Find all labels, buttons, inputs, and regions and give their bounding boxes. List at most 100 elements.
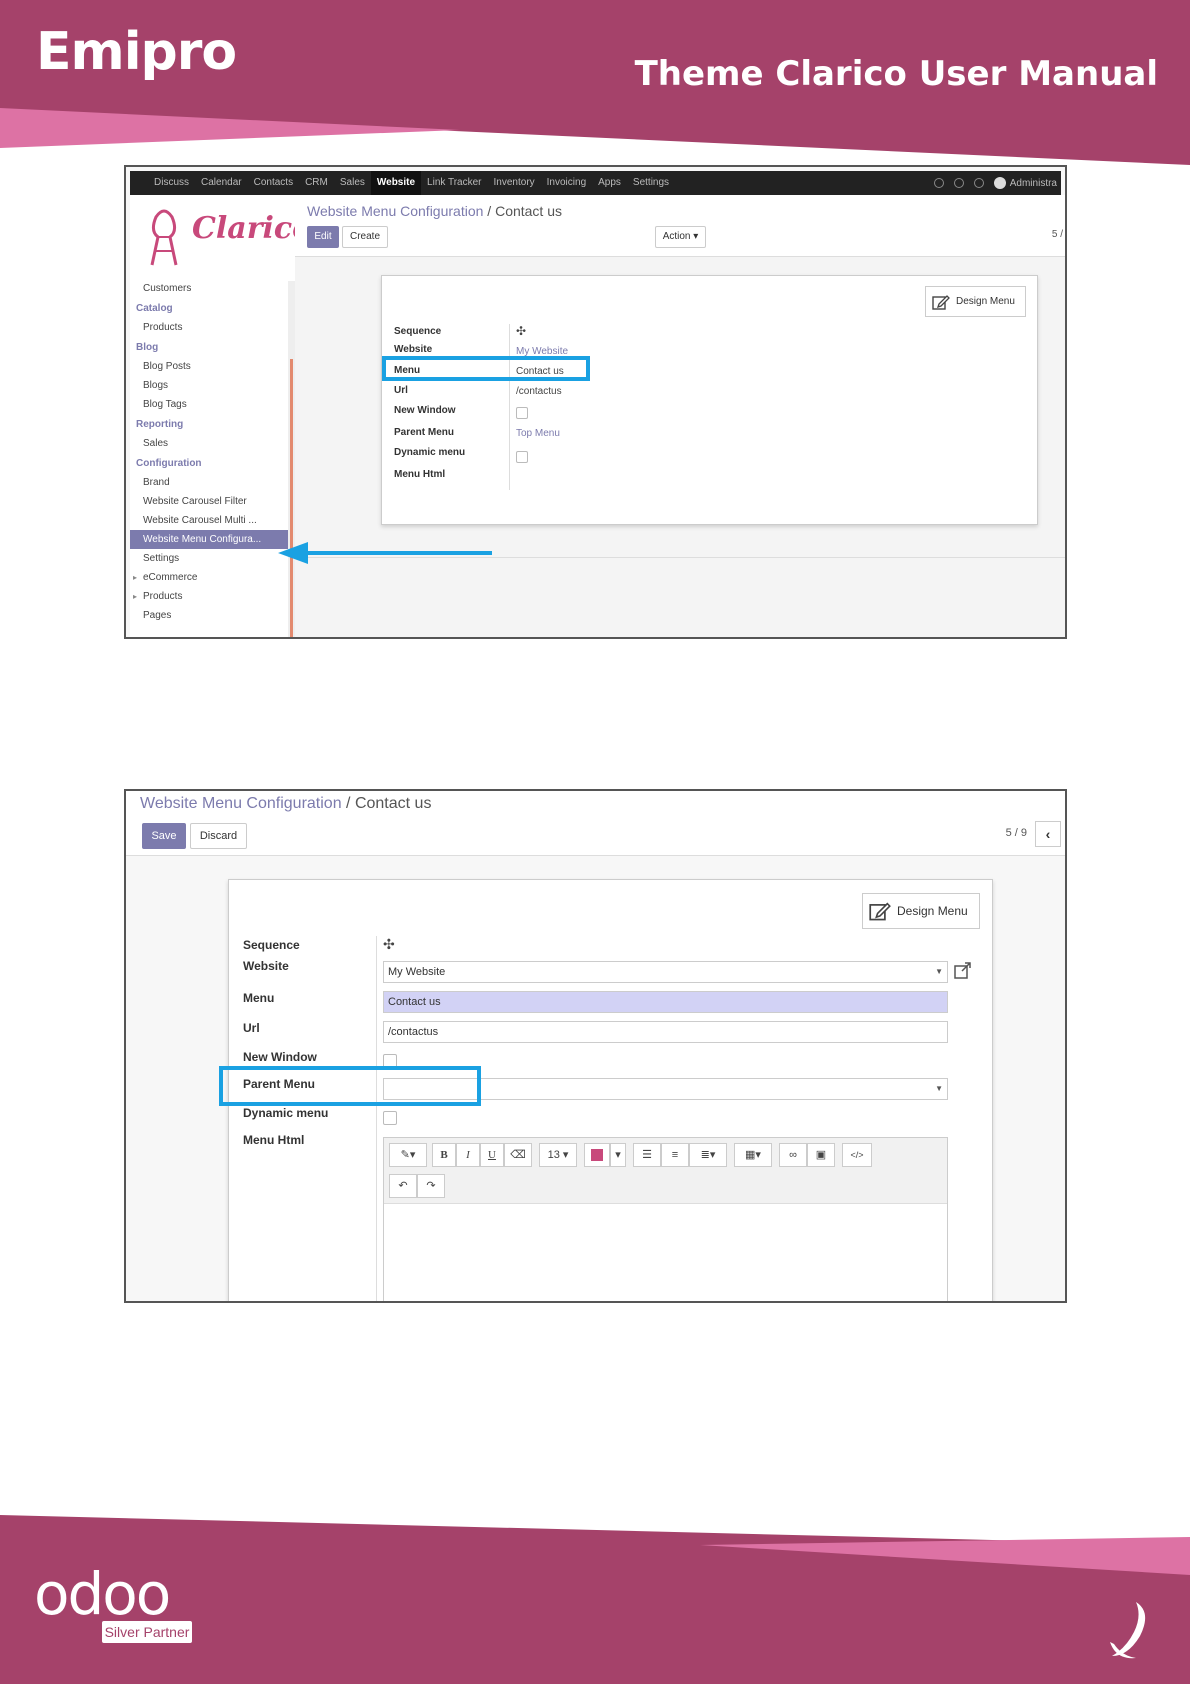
gift-icon[interactable] bbox=[973, 178, 984, 188]
breadcrumb: Website Menu Configuration / Contact us bbox=[307, 203, 562, 219]
checkbox-dynamic-menu[interactable] bbox=[383, 1111, 397, 1125]
save-button[interactable]: Save bbox=[142, 823, 186, 849]
list-ol-icon: ≡ bbox=[671, 1149, 679, 1161]
edit-button[interactable]: Edit bbox=[307, 226, 339, 248]
editor-toolbar: ✎▾ B I U ⌫ 13 ▾ ▾ ☰ ≡ ≣▾ ▦▾ ∞ ▣ </> ↶ ↷ bbox=[384, 1138, 947, 1204]
breadcrumb-current: Contact us bbox=[354, 795, 432, 812]
edit-icon bbox=[932, 294, 950, 310]
sidebar-item-carousel-filter[interactable]: Website Carousel Filter bbox=[130, 492, 295, 511]
action-dropdown[interactable]: Action ▾ bbox=[655, 226, 706, 248]
avatar bbox=[993, 177, 1006, 189]
chat-icon[interactable] bbox=[953, 178, 964, 188]
sidebar-item-sales[interactable]: Sales bbox=[130, 434, 295, 453]
app-menu: Discuss Calendar Contacts CRM Sales Webs… bbox=[148, 171, 675, 195]
nav-link-tracker[interactable]: Link Tracker bbox=[421, 171, 487, 195]
nav-sales[interactable]: Sales bbox=[334, 171, 371, 195]
picture-icon: ▣ bbox=[815, 1149, 827, 1161]
nav-discuss[interactable]: Discuss bbox=[148, 171, 195, 195]
nav-crm[interactable]: CRM bbox=[299, 171, 334, 195]
ordered-list-button[interactable]: ≡ bbox=[661, 1143, 689, 1167]
clock-icon[interactable] bbox=[933, 178, 944, 188]
code-icon: </> bbox=[850, 1150, 864, 1160]
sidebar-item-customers[interactable]: Customers bbox=[130, 279, 295, 298]
checkbox-new-window[interactable] bbox=[516, 407, 528, 419]
nav-calendar[interactable]: Calendar bbox=[195, 171, 248, 195]
main-content: Website Menu Configuration / Contact us … bbox=[295, 195, 1065, 637]
scrollbar-thumb[interactable] bbox=[290, 359, 293, 637]
bold-button[interactable]: B bbox=[432, 1143, 456, 1167]
brand-name: Emipro bbox=[36, 22, 237, 82]
sidebar-item-carousel-multi[interactable]: Website Carousel Multi ... bbox=[130, 511, 295, 530]
color-dropdown[interactable]: ▾ bbox=[610, 1143, 626, 1167]
label-new-window: New Window bbox=[394, 405, 456, 416]
drag-handle-icon[interactable]: ✣ bbox=[383, 936, 395, 953]
sidebar-item-blogs[interactable]: Blogs bbox=[130, 376, 295, 395]
user-menu[interactable]: Administra bbox=[993, 177, 1057, 189]
font-size-dropdown[interactable]: 13 ▾ bbox=[539, 1143, 577, 1167]
label-new-window: New Window bbox=[243, 1050, 317, 1064]
sidebar-item-brand[interactable]: Brand bbox=[130, 473, 295, 492]
edit-icon bbox=[869, 902, 891, 921]
magic-wand-icon: ✎▾ bbox=[400, 1149, 416, 1161]
nav-apps[interactable]: Apps bbox=[592, 171, 627, 195]
nav-contacts[interactable]: Contacts bbox=[248, 171, 299, 195]
sidebar-item-menu-configuration[interactable]: Website Menu Configura... bbox=[130, 530, 295, 549]
label-website: Website bbox=[394, 344, 433, 355]
style-dropdown[interactable]: ✎▾ bbox=[389, 1143, 427, 1167]
redo-button[interactable]: ↷ bbox=[417, 1174, 445, 1198]
sidebar-item-settings[interactable]: Settings bbox=[130, 549, 295, 568]
odoo-logo: odoo bbox=[34, 1560, 171, 1628]
nav-inventory[interactable]: Inventory bbox=[488, 171, 541, 195]
sidebar-scrollbar[interactable] bbox=[288, 281, 295, 637]
external-link-icon[interactable] bbox=[953, 962, 973, 980]
sidebar-item-products-group[interactable]: Products bbox=[130, 587, 295, 606]
chevron-down-icon: ▼ bbox=[935, 1084, 943, 1093]
discard-button[interactable]: Discard bbox=[190, 823, 247, 849]
url-input[interactable]: /contactus bbox=[383, 1021, 948, 1043]
breadcrumb-parent[interactable]: Website Menu Configuration bbox=[140, 795, 342, 812]
undo-icon: ↶ bbox=[398, 1180, 408, 1192]
sidebar-item-pages[interactable]: Pages bbox=[130, 606, 295, 625]
sidebar-item-products[interactable]: Products bbox=[130, 318, 295, 337]
website-select[interactable]: My Website ▼ bbox=[383, 961, 948, 983]
color-button[interactable] bbox=[584, 1143, 610, 1167]
paragraph-dropdown[interactable]: ≣▾ bbox=[689, 1143, 727, 1167]
italic-button[interactable]: I bbox=[456, 1143, 480, 1167]
sidebar-section-blog: Blog bbox=[136, 342, 159, 353]
drag-handle-icon[interactable]: ✣ bbox=[516, 324, 526, 338]
code-view-button[interactable]: </> bbox=[842, 1143, 872, 1167]
checkbox-dynamic-menu[interactable] bbox=[516, 451, 528, 463]
create-button[interactable]: Create bbox=[342, 226, 388, 248]
sidebar-item-ecommerce[interactable]: eCommerce bbox=[130, 568, 295, 587]
sidebar: Clarico Customers Catalog Products Blog … bbox=[130, 195, 312, 637]
menu-html-editor[interactable]: ✎▾ B I U ⌫ 13 ▾ ▾ ☰ ≡ ≣▾ ▦▾ ∞ ▣ </> ↶ ↷ bbox=[383, 1137, 948, 1301]
nav-website[interactable]: Website bbox=[370, 171, 422, 195]
design-menu-button[interactable]: Design Menu bbox=[925, 286, 1026, 317]
image-button[interactable]: ▣ bbox=[807, 1143, 835, 1167]
link-button[interactable]: ∞ bbox=[779, 1143, 807, 1167]
sidebar-item-blog-posts[interactable]: Blog Posts bbox=[130, 357, 295, 376]
nav-invoicing[interactable]: Invoicing bbox=[541, 171, 592, 195]
table-dropdown[interactable]: ▦▾ bbox=[734, 1143, 772, 1167]
menu-input[interactable]: Contact us bbox=[383, 991, 948, 1013]
partner-badge: Silver Partner bbox=[102, 1621, 192, 1643]
breadcrumb-parent[interactable]: Website Menu Configuration bbox=[307, 203, 483, 219]
manual-title: Theme Clarico User Manual bbox=[634, 54, 1158, 94]
pager: 5 / bbox=[1051, 229, 1063, 240]
undo-button[interactable]: ↶ bbox=[389, 1174, 417, 1198]
underline-button[interactable]: U bbox=[480, 1143, 504, 1167]
footer-banner bbox=[0, 1515, 1190, 1684]
nav-settings[interactable]: Settings bbox=[627, 171, 675, 195]
breadcrumb-separator: / bbox=[487, 203, 492, 219]
value-parent-menu[interactable]: Top Menu bbox=[516, 428, 560, 439]
user-name: Administra bbox=[1009, 177, 1057, 189]
sidebar-section-catalog: Catalog bbox=[136, 303, 173, 314]
unordered-list-button[interactable]: ☰ bbox=[633, 1143, 661, 1167]
eraser-button[interactable]: ⌫ bbox=[504, 1143, 532, 1167]
previous-record-button[interactable]: ‹ bbox=[1035, 821, 1061, 847]
list-ul-icon: ☰ bbox=[642, 1149, 652, 1161]
sidebar-item-blog-tags[interactable]: Blog Tags bbox=[130, 395, 295, 414]
design-menu-button[interactable]: Design Menu bbox=[862, 893, 980, 929]
label-dynamic-menu: Dynamic menu bbox=[243, 1106, 329, 1120]
control-panel: Website Menu Configuration / Contact us … bbox=[126, 791, 1065, 856]
